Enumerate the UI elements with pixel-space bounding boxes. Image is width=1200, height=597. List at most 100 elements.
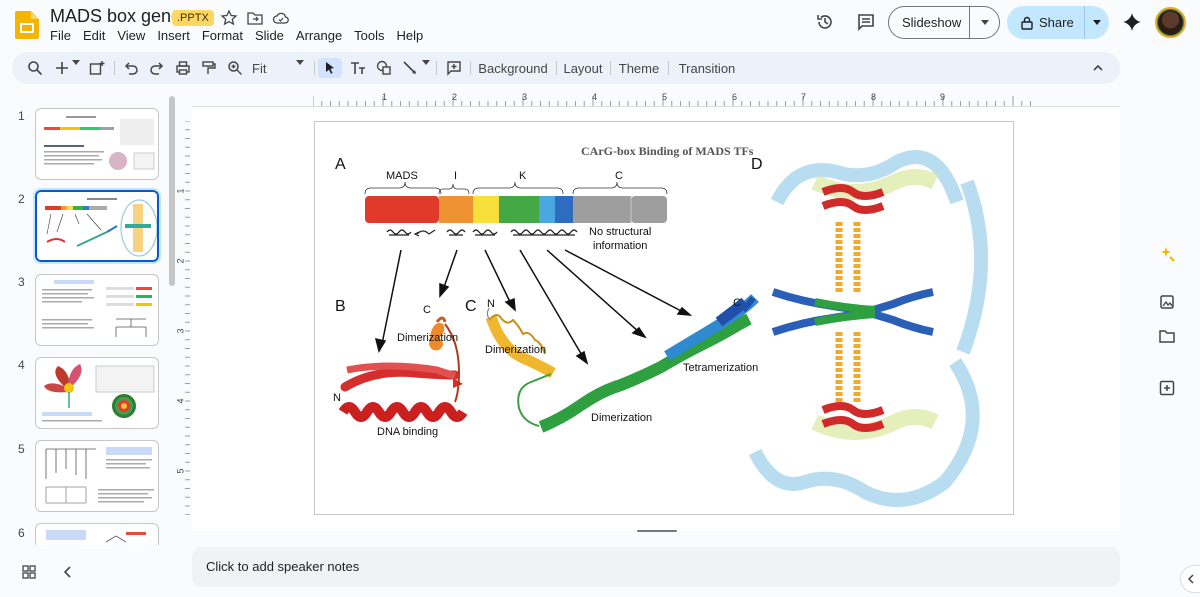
layout-label: Layout bbox=[563, 60, 603, 76]
star-icon[interactable] bbox=[220, 9, 238, 27]
new-slide-layout-dropdown[interactable] bbox=[72, 58, 82, 78]
menu-help[interactable]: Help bbox=[397, 28, 432, 43]
file-extension-badge: .PPTX bbox=[172, 10, 214, 26]
print-icon bbox=[176, 61, 190, 75]
background-button[interactable]: Background bbox=[478, 58, 548, 78]
panel-c-label: C bbox=[465, 298, 477, 315]
menu-format[interactable]: Format bbox=[202, 28, 251, 43]
menu-bar: File Edit View Insert Format Slide Arran… bbox=[50, 28, 435, 43]
line-type-dropdown[interactable] bbox=[422, 58, 432, 78]
slide-thumbnail-preview bbox=[44, 116, 155, 170]
paint-format-button[interactable] bbox=[200, 58, 218, 78]
slide-canvas[interactable]: CArG-box Binding of MADS TFs A MADS I K … bbox=[314, 121, 1014, 515]
main-toolbar: Fit Background Layout Theme Transition bbox=[12, 52, 1120, 84]
menu-arrange[interactable]: Arrange bbox=[296, 28, 350, 43]
search-icon bbox=[28, 61, 43, 76]
slide-number: 4 bbox=[18, 358, 25, 372]
select-tool-button[interactable] bbox=[318, 58, 342, 78]
add-comment-icon bbox=[447, 61, 461, 76]
search-menus-button[interactable] bbox=[26, 58, 44, 78]
move-to-folder-icon[interactable] bbox=[246, 9, 264, 27]
slide-thumbnail-4[interactable] bbox=[35, 357, 159, 429]
caret-down-icon bbox=[1093, 20, 1101, 25]
slide-number: 2 bbox=[18, 192, 25, 206]
image-stack-icon bbox=[1160, 295, 1174, 309]
text-box-button[interactable] bbox=[348, 58, 368, 78]
gemini-sparkle-icon[interactable] bbox=[1122, 12, 1142, 32]
zoom-select[interactable]: Fit bbox=[252, 58, 312, 78]
undo-button[interactable] bbox=[122, 58, 140, 78]
speaker-notes[interactable]: Click to add speaker notes bbox=[192, 547, 1120, 587]
slide-thumbnail-3[interactable] bbox=[35, 274, 159, 346]
gemini-side-button[interactable] bbox=[1155, 242, 1179, 266]
filmstrip-scrollbar[interactable] bbox=[169, 96, 175, 286]
menu-insert[interactable]: Insert bbox=[157, 28, 198, 43]
document-title[interactable]: MADS box genes bbox=[50, 6, 190, 27]
shape-button[interactable] bbox=[374, 58, 394, 78]
share-options-dropdown[interactable] bbox=[1085, 20, 1109, 25]
ruler-number: 3 bbox=[522, 92, 528, 102]
slide-thumbnail-2[interactable] bbox=[33, 188, 161, 264]
slide-thumbnail-preview bbox=[45, 447, 154, 504]
ruler-number: 3 bbox=[175, 328, 186, 334]
horizontal-ruler[interactable] bbox=[313, 92, 1035, 106]
sparkle-wand-icon bbox=[1161, 247, 1175, 262]
slide-thumbnail-6[interactable] bbox=[35, 523, 159, 545]
line-icon bbox=[403, 61, 416, 74]
ruler-number: 7 bbox=[801, 92, 807, 102]
menu-file[interactable]: File bbox=[50, 28, 79, 43]
transition-label: Transition bbox=[678, 60, 736, 76]
menu-edit[interactable]: Edit bbox=[83, 28, 113, 43]
ruler-number: 2 bbox=[175, 258, 186, 264]
menu-slide[interactable]: Slide bbox=[255, 28, 292, 43]
chevron-up-icon bbox=[1093, 64, 1103, 71]
theme-button[interactable]: Theme bbox=[618, 58, 660, 78]
keep-side-button[interactable] bbox=[1155, 290, 1179, 314]
drive-side-button[interactable] bbox=[1155, 324, 1179, 348]
menu-tools[interactable]: Tools bbox=[354, 28, 392, 43]
c-terminus-label: C bbox=[733, 297, 741, 309]
chevron-left-icon bbox=[1187, 574, 1194, 584]
n-terminus-label: N bbox=[487, 298, 495, 310]
ruler-number: 5 bbox=[175, 468, 186, 474]
layout-button[interactable]: Layout bbox=[562, 58, 604, 78]
show-side-panel-button[interactable] bbox=[1180, 565, 1200, 593]
secondary-structure-glyphs bbox=[386, 229, 578, 237]
ruler-number: 9 bbox=[940, 92, 946, 102]
zoom-button[interactable] bbox=[226, 58, 244, 78]
comments-icon[interactable] bbox=[856, 12, 876, 32]
transition-button[interactable]: Transition bbox=[676, 58, 738, 78]
slide-thumbnail-1[interactable] bbox=[35, 108, 159, 180]
slideshow-button-group: Slideshow bbox=[888, 6, 1000, 39]
caret-down-icon bbox=[72, 60, 80, 65]
menu-view[interactable]: View bbox=[117, 28, 153, 43]
add-comment-button[interactable] bbox=[444, 58, 464, 78]
account-avatar[interactable] bbox=[1155, 7, 1186, 38]
new-slide-button[interactable] bbox=[54, 58, 70, 78]
ruler-number: 1 bbox=[382, 92, 388, 102]
grid-view-icon[interactable] bbox=[22, 565, 36, 579]
vertical-ruler[interactable] bbox=[176, 121, 190, 515]
cloud-saved-icon[interactable] bbox=[272, 9, 290, 27]
panel-d-label: D bbox=[751, 156, 763, 173]
line-button[interactable] bbox=[400, 58, 420, 78]
folder-icon bbox=[1159, 330, 1175, 343]
collapse-toolbar-button[interactable] bbox=[1088, 58, 1108, 78]
slide-thumbnail-preview bbox=[42, 364, 155, 422]
print-button[interactable] bbox=[174, 58, 192, 78]
version-history-icon[interactable] bbox=[815, 12, 835, 32]
add-on-side-button[interactable] bbox=[1155, 376, 1179, 400]
background-label: Background bbox=[478, 60, 548, 76]
slides-app-icon[interactable] bbox=[14, 10, 40, 40]
slide-thumbnail-5[interactable] bbox=[35, 440, 159, 512]
slideshow-options-dropdown[interactable] bbox=[970, 20, 999, 25]
slideshow-button[interactable]: Slideshow bbox=[889, 7, 970, 38]
redo-icon bbox=[150, 62, 164, 75]
redo-button[interactable] bbox=[148, 58, 166, 78]
ruler-number: 4 bbox=[175, 398, 186, 404]
notes-resize-handle[interactable] bbox=[637, 530, 677, 532]
cursor-icon bbox=[326, 62, 334, 74]
insert-slide-button[interactable] bbox=[88, 58, 106, 78]
collapse-filmstrip-icon[interactable] bbox=[62, 565, 74, 579]
share-button[interactable]: Share bbox=[1007, 6, 1085, 39]
